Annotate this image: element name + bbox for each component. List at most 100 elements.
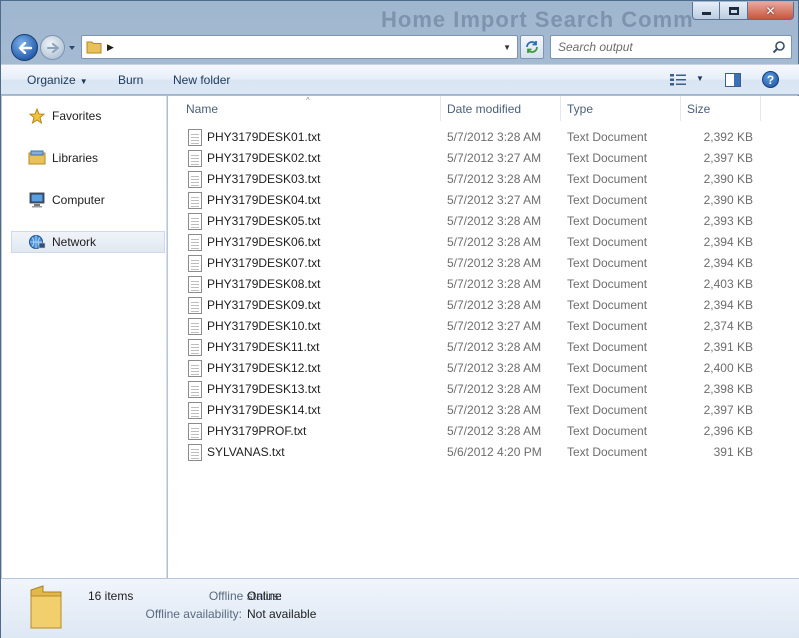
burn-button[interactable]: Burn <box>118 73 143 87</box>
file-row[interactable]: PHY3179DESK13.txt 5/7/2012 3:28 AM Text Do… <box>168 379 799 400</box>
maximize-button[interactable] <box>720 2 748 20</box>
text-file-icon <box>188 360 202 377</box>
search-input[interactable] <box>551 36 761 58</box>
column-header-date-modified[interactable]: Date modified <box>441 96 561 121</box>
sidebar-item-favorites[interactable]: Favorites <box>12 105 166 127</box>
text-file-icon <box>188 297 202 314</box>
sidebar-item-label: Network <box>52 235 97 249</box>
file-size: 2,394 KB <box>703 235 753 249</box>
file-name: PHY3179DESK11.txt <box>207 340 320 354</box>
change-view-icon[interactable] <box>669 73 687 87</box>
file-row[interactable]: PHY3179PROF.txt 5/7/2012 3:28 AM Text Docu… <box>168 421 799 442</box>
file-name: PHY3179DESK07.txt <box>207 256 321 270</box>
file-row[interactable]: PHY3179DESK08.txt 5/7/2012 3:28 AM Text Do… <box>168 274 799 295</box>
file-type: Text Document <box>567 298 648 312</box>
text-file-icon <box>188 255 202 272</box>
file-name: PHY3179DESK04.txt <box>207 193 321 207</box>
sidebar-item-network[interactable]: Network <box>11 231 165 253</box>
title-bar[interactable]: Home Import Search Comm ✕ <box>1 1 799 32</box>
file-type: Text Document <box>567 151 648 165</box>
file-date-modified: 5/7/2012 3:28 AM <box>447 424 542 438</box>
breadcrumb-arrow-icon[interactable]: ▶ <box>107 42 114 53</box>
file-name: PHY3179DESK08.txt <box>207 277 321 291</box>
sidebar-item-label: Computer <box>52 193 105 207</box>
computer-icon <box>28 191 46 209</box>
file-type: Text Document <box>567 277 648 291</box>
file-name: PHY3179DESK05.txt <box>207 214 321 228</box>
sidebar-item-libraries[interactable]: Libraries <box>12 147 166 169</box>
file-row[interactable]: PHY3179DESK07.txt 5/7/2012 3:28 AM Text Do… <box>168 253 799 274</box>
address-bar[interactable]: ▶ ▼ <box>81 35 518 59</box>
file-name: PHY3179DESK02.txt <box>207 151 321 165</box>
forward-arrow-icon <box>46 42 59 53</box>
file-name: PHY3179DESK06.txt <box>207 235 321 249</box>
file-type: Text Document <box>567 214 648 228</box>
file-row[interactable]: SYLVANAS.txt 5/6/2012 4:20 PM Text Documen… <box>168 442 799 463</box>
file-date-modified: 5/7/2012 3:28 AM <box>447 382 542 396</box>
help-button[interactable]: ? <box>762 71 779 88</box>
organize-label: Organize <box>27 73 76 87</box>
file-type: Text Document <box>567 361 648 375</box>
file-row[interactable]: PHY3179DESK06.txt 5/7/2012 3:28 AM Text Do… <box>168 232 799 253</box>
file-date-modified: 5/7/2012 3:28 AM <box>447 235 542 249</box>
item-count: 16 items <box>88 589 134 603</box>
folder-icon <box>86 41 102 54</box>
column-header-name[interactable]: Name <box>180 96 441 121</box>
file-size: 2,374 KB <box>703 319 753 333</box>
file-size: 391 KB <box>713 445 753 459</box>
back-button[interactable] <box>11 34 38 61</box>
chevron-down-icon: ▼ <box>79 77 88 86</box>
text-file-icon <box>188 423 202 440</box>
offline-status-value: Online <box>247 589 282 603</box>
refresh-icon <box>526 41 538 53</box>
offline-availability-value: Not available <box>247 607 317 621</box>
file-type: Text Document <box>567 382 648 396</box>
file-type: Text Document <box>567 403 648 417</box>
file-row[interactable]: PHY3179DESK14.txt 5/7/2012 3:28 AM Text Do… <box>168 400 799 421</box>
column-header-type[interactable]: Type <box>561 96 681 121</box>
file-type: Text Document <box>567 319 648 333</box>
forward-button[interactable] <box>40 35 65 60</box>
organize-button[interactable]: Organize ▼ <box>27 73 88 87</box>
file-size: 2,397 KB <box>703 403 753 417</box>
file-date-modified: 5/7/2012 3:28 AM <box>447 130 542 144</box>
file-row[interactable]: PHY3179DESK10.txt 5/7/2012 3:27 AM Text Do… <box>168 316 799 337</box>
file-row[interactable]: PHY3179DESK11.txt 5/7/2012 3:28 AM Text Do… <box>168 337 799 358</box>
search-box <box>550 35 792 59</box>
star-icon <box>28 107 46 125</box>
file-date-modified: 5/7/2012 3:28 AM <box>447 361 542 375</box>
file-row[interactable]: PHY3179DESK03.txt 5/7/2012 3:28 AM Text Do… <box>168 169 799 190</box>
file-row[interactable]: PHY3179DESK02.txt 5/7/2012 3:27 AM Text Do… <box>168 148 799 169</box>
file-row[interactable]: PHY3179DESK04.txt 5/7/2012 3:27 AM Text Do… <box>168 190 799 211</box>
command-bar: Organize ▼ Burn New folder ▼ ? <box>1 64 799 95</box>
file-size: 2,390 KB <box>703 172 753 186</box>
refresh-button[interactable] <box>520 35 544 59</box>
preview-pane-icon[interactable] <box>725 73 741 87</box>
file-size: 2,393 KB <box>703 214 753 228</box>
close-button[interactable]: ✕ <box>748 2 794 20</box>
close-icon: ✕ <box>765 3 776 18</box>
column-header-size[interactable]: Size <box>681 96 761 121</box>
file-row[interactable]: PHY3179DESK12.txt 5/7/2012 3:28 AM Text Do… <box>168 358 799 379</box>
minimize-button[interactable] <box>692 2 720 20</box>
text-file-icon <box>188 402 202 419</box>
file-row[interactable]: PHY3179DESK01.txt 5/7/2012 3:28 AM Text Do… <box>168 127 799 148</box>
search-icon[interactable] <box>772 40 786 54</box>
file-row[interactable]: PHY3179DESK05.txt 5/7/2012 3:28 AM Text Do… <box>168 211 799 232</box>
libraries-icon <box>28 149 46 167</box>
file-date-modified: 5/7/2012 3:28 AM <box>447 277 542 291</box>
file-row[interactable]: PHY3179DESK09.txt 5/7/2012 3:28 AM Text Do… <box>168 295 799 316</box>
file-type: Text Document <box>567 256 648 270</box>
text-file-icon <box>188 339 202 356</box>
address-history-chevron-down-icon[interactable]: ▼ <box>503 43 511 52</box>
minimize-icon <box>701 11 711 15</box>
details-pane: 16 items Offline status: Online Offline … <box>1 578 799 638</box>
view-options-chevron-down-icon[interactable]: ▼ <box>696 74 704 83</box>
text-file-icon <box>188 276 202 293</box>
recent-pages-chevron-down-icon[interactable] <box>67 43 77 53</box>
sidebar-item-computer[interactable]: Computer <box>12 189 166 211</box>
new-folder-button[interactable]: New folder <box>173 73 230 87</box>
maximize-icon <box>728 6 739 15</box>
file-name: PHY3179DESK01.txt <box>207 130 321 144</box>
file-type: Text Document <box>567 193 648 207</box>
